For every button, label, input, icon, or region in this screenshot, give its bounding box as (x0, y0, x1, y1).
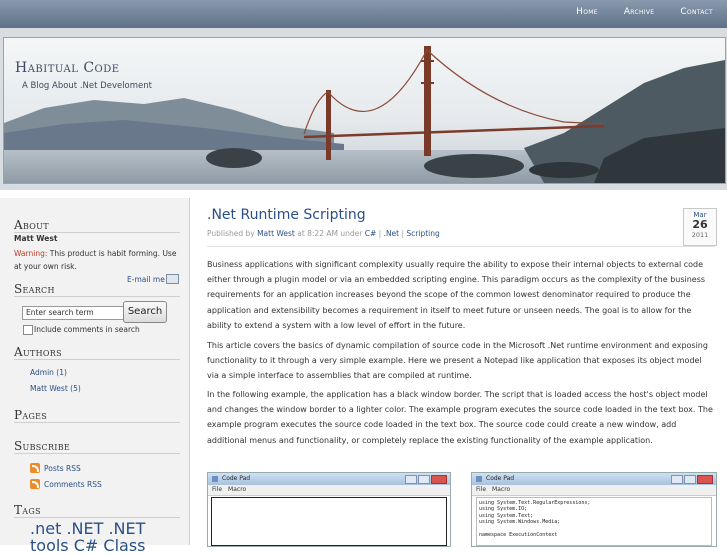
search-input[interactable]: Enter search term (22, 306, 125, 320)
post-paragraph: In the following example, the applicatio… (207, 390, 713, 445)
author-mattwest-link[interactable]: Matt West (5) (30, 384, 81, 393)
site-tagline: A Blog About .Net Develoment (22, 81, 152, 91)
pages-heading: Pages (14, 408, 48, 422)
header-banner: Habitual Code A Blog About .Net Develome… (0, 28, 727, 190)
code-textbox (211, 497, 447, 546)
post-date-badge: Mar 26 2011 (683, 208, 717, 246)
include-comments-checkbox[interactable] (23, 325, 33, 335)
tags-heading: Tags (14, 503, 41, 517)
codepad-screenshot-before[interactable]: Code Pad File Macro (207, 472, 451, 547)
meta-time: at 8:22 AM under (294, 229, 365, 238)
window-title: Code Pad (222, 475, 251, 482)
maximize-icon (418, 475, 430, 484)
subscribe-divider (14, 453, 180, 454)
close-icon (431, 475, 447, 484)
category-link[interactable]: .Net (384, 229, 400, 238)
app-icon (212, 476, 218, 482)
window-titlebar: Code Pad (208, 473, 450, 485)
window-titlebar: Code Pad (472, 473, 716, 485)
minimize-icon (405, 475, 417, 484)
date-year: 2011 (691, 231, 709, 239)
main-nav: Home Archive Contact (576, 7, 713, 17)
minimize-icon (671, 475, 683, 484)
site-title[interactable]: Habitual Code (15, 60, 120, 76)
authors-divider (14, 359, 180, 360)
window-buttons (671, 475, 713, 484)
include-comments-label: Include comments in search (34, 325, 140, 334)
email-icon[interactable] (166, 274, 179, 284)
post-paragraph: This article covers the basics of dynami… (207, 341, 708, 381)
rss-icon[interactable] (30, 479, 40, 489)
category-link[interactable]: C# (365, 229, 377, 238)
search-button[interactable]: Search (123, 301, 167, 323)
app-icon (476, 476, 482, 482)
post-meta: Published by Matt West at 8:22 AM under … (207, 229, 440, 238)
menu-file: File (476, 486, 487, 493)
post-author-link[interactable]: Matt West (257, 229, 295, 238)
search-heading: Search (14, 282, 55, 296)
about-warning: Warning: This product is habit forming. … (14, 247, 184, 273)
window-menubar: File Macro (472, 485, 716, 496)
warning-label: Warning: (14, 249, 48, 258)
post-paragraph: Business applications with significant c… (207, 260, 706, 330)
tag-link[interactable]: Class (103, 536, 145, 555)
code-textbox: using System.Text.RegularExpressions; us… (476, 497, 712, 546)
menu-macro: Macro (492, 486, 511, 493)
tag-cloud: .net .NET .NET tools C# Class (30, 520, 180, 554)
tag-link[interactable]: C# (74, 536, 99, 555)
sidebar: About Matt West Warning: This product is… (0, 198, 190, 545)
date-day: 26 (692, 218, 708, 231)
window-title: Code Pad (486, 475, 515, 482)
rss-icon[interactable] (30, 463, 40, 473)
pages-divider (14, 422, 180, 423)
window-buttons (405, 475, 447, 484)
about-heading: About (14, 218, 49, 232)
top-navigation-bar: Home Archive Contact (0, 0, 727, 29)
window-menubar: File Macro (208, 485, 450, 496)
authors-heading: Authors (14, 345, 62, 359)
author-admin-link[interactable]: Admin (1) (30, 368, 67, 377)
posts-rss-link[interactable]: Posts RSS (44, 464, 81, 473)
nav-archive-link[interactable]: Archive (624, 7, 655, 17)
category-link[interactable]: Scripting (406, 229, 439, 238)
meta-prefix: Published by (207, 229, 258, 238)
email-link[interactable]: E-mail me (127, 275, 165, 284)
about-name: Matt West (14, 234, 58, 243)
search-divider (14, 296, 180, 297)
tags-divider (14, 517, 180, 518)
tag-link[interactable]: tools (30, 536, 69, 555)
code-listing: using System.Text.RegularExpressions; us… (477, 498, 711, 540)
about-divider (14, 232, 180, 233)
maximize-icon (684, 475, 696, 484)
menu-file: File (212, 486, 223, 493)
post-divider (207, 246, 715, 247)
golden-gate-bridge-image: Habitual Code A Blog About .Net Develome… (3, 37, 726, 184)
nav-home-link[interactable]: Home (576, 7, 598, 17)
code-line: namespace ExecutionContext (479, 531, 558, 538)
comments-rss-link[interactable]: Comments RSS (44, 480, 102, 489)
codepad-screenshot-after[interactable]: Code Pad File Macro using System.Text.Reg… (471, 472, 717, 547)
subscribe-heading: Subscribe (14, 439, 71, 453)
post-title[interactable]: .Net Runtime Scripting (207, 207, 366, 223)
nav-contact-link[interactable]: Contact (680, 7, 713, 17)
close-icon (697, 475, 713, 484)
menu-macro: Macro (228, 486, 247, 493)
